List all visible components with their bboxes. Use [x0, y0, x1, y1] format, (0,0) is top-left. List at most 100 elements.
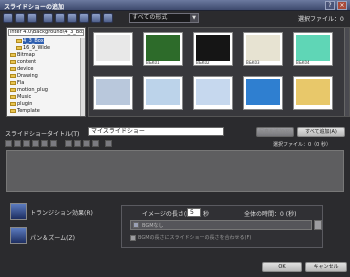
tree-item[interactable]: Music: [10, 94, 31, 100]
format-select[interactable]: すべての形式 ▼: [129, 13, 199, 23]
fit-bgm-option[interactable]: BGMの長さにスライドショーの長さを合わせる(F): [130, 234, 251, 241]
folder-icon: [16, 38, 22, 43]
up-folder-icon[interactable]: [27, 13, 37, 23]
pan-zoom-icon[interactable]: [10, 227, 27, 244]
duration-input[interactable]: 5: [187, 208, 201, 217]
tree-item[interactable]: content: [10, 59, 36, 65]
folder-icon: [10, 94, 16, 99]
thumbnail-item[interactable]: [93, 76, 133, 110]
ok-button[interactable]: OK: [262, 262, 302, 272]
rotate-icon[interactable]: [23, 140, 30, 147]
folder-icon: [16, 45, 22, 50]
settings-icon[interactable]: [92, 140, 99, 147]
add-selected-button[interactable]: 写真を追加(P): [256, 127, 294, 137]
refresh-icon[interactable]: [43, 13, 53, 23]
duration-unit: 秒: [203, 211, 210, 218]
thumbnail-caption: B&K02: [196, 60, 210, 65]
delete-icon[interactable]: [32, 140, 39, 147]
thumbnail-item[interactable]: [193, 76, 233, 110]
bgm-browse-button[interactable]: [314, 220, 322, 230]
tree-item-label: 16_9_Wide: [23, 45, 51, 51]
tree-item-label: device: [17, 66, 34, 72]
transition-icon[interactable]: [65, 140, 72, 147]
play-icon[interactable]: [105, 140, 112, 147]
folder-icon: [10, 87, 16, 92]
add-all-button[interactable]: すべて追加(A): [297, 127, 345, 137]
bgm-field[interactable]: BGMなし: [130, 220, 312, 230]
tree-item[interactable]: device: [10, 66, 33, 72]
thumbnail-image: [246, 79, 280, 105]
folder-icon: [10, 73, 16, 78]
effect-panel: トランジション効果(R) パン＆ズーム(Z): [5, 203, 125, 253]
browser-toolbar: すべての形式 ▼ 選択ファイル：0: [3, 13, 347, 25]
title-bar: スライドショーの追加 ? ×: [0, 0, 350, 11]
thumbnail-image: [296, 79, 330, 105]
tree-item[interactable]: Fla: [10, 80, 24, 86]
thumbnail-image: [246, 35, 280, 61]
forward-icon[interactable]: [15, 13, 25, 23]
thumbnail-image: [296, 35, 330, 61]
back-icon[interactable]: [3, 13, 13, 23]
thumbnail-caption: B&K01: [146, 60, 160, 65]
thumbnail-item[interactable]: B&K03: [243, 32, 283, 66]
tree-item-label: Fla: [17, 80, 25, 86]
thumbnail-item[interactable]: [243, 76, 283, 110]
slideshow-strip[interactable]: [6, 150, 344, 192]
music-icon: [133, 222, 139, 228]
tree-item[interactable]: 4_3_Box: [16, 38, 44, 44]
selected-count: 選択ファイル：0: [298, 16, 344, 23]
slideshow-title-input[interactable]: マイスライドショー: [88, 127, 224, 136]
tree-item-label: Template: [17, 108, 40, 114]
thumbnail-image: [146, 35, 180, 61]
thumbnail-item[interactable]: [293, 76, 333, 110]
tree-item-label: Music: [17, 94, 32, 100]
thumbnail-image: [196, 79, 230, 105]
slideshow-title-label: スライドショータイトル(T): [5, 131, 80, 138]
folder-icon: [10, 108, 16, 113]
total-time-label: 全体の時間：0 (秒): [244, 211, 297, 218]
fit-bgm-checkbox[interactable]: [130, 234, 136, 241]
close-button[interactable]: ×: [337, 1, 347, 10]
folder-icon: [10, 80, 16, 85]
tree-scrollbar[interactable]: [80, 38, 85, 116]
tree-item-label: plugin: [17, 101, 33, 107]
tree-item[interactable]: Bitmap: [10, 52, 35, 58]
tree-item[interactable]: Template: [10, 108, 40, 114]
folder-tree: inter 4.0\Background\4_3_Box 4_3_Box 16_9…: [6, 27, 86, 117]
folder-icon: [10, 52, 16, 57]
move-left-icon[interactable]: [5, 140, 12, 147]
tree-item[interactable]: plugin: [10, 101, 32, 107]
grid-icon[interactable]: [91, 13, 101, 23]
tree-item[interactable]: 16_9_Wide: [16, 45, 50, 51]
thumbnail-icon[interactable]: [103, 13, 113, 23]
thumbnail-item[interactable]: B&K02: [193, 32, 233, 66]
thumbnail-image: [196, 35, 230, 61]
filter-icon[interactable]: [79, 13, 89, 23]
thumbnail-item[interactable]: B&K04: [293, 32, 333, 66]
pan-icon[interactable]: [74, 140, 81, 147]
folder-icon: [10, 59, 16, 64]
tree-item[interactable]: motion_plug: [10, 87, 48, 93]
help-button[interactable]: ?: [325, 1, 335, 10]
tree-item-label: motion_plug: [17, 87, 48, 93]
folder-path[interactable]: inter 4.0\Background\4_3_Box: [8, 29, 84, 36]
thumbnail-caption: B&K03: [246, 60, 260, 65]
edit-icon[interactable]: [41, 140, 48, 147]
thumbnail-item[interactable]: B&K01: [143, 32, 183, 66]
tree-item-label: Bitmap: [17, 52, 35, 58]
view-icon[interactable]: [55, 13, 65, 23]
copy-icon[interactable]: [50, 140, 57, 147]
thumbnail-item[interactable]: [93, 32, 133, 66]
tree-item[interactable]: Drawing: [10, 73, 38, 79]
thumbnail-scrollbar[interactable]: [344, 28, 349, 116]
move-right-icon[interactable]: [14, 140, 21, 147]
thumbnail-item[interactable]: [143, 76, 183, 110]
sort-icon[interactable]: [67, 13, 77, 23]
window-title: スライドショーの追加: [4, 4, 65, 11]
transition-effect-label[interactable]: トランジション効果(R): [30, 208, 93, 217]
cancel-button[interactable]: キャンセル: [305, 262, 347, 272]
zoom-icon[interactable]: [83, 140, 90, 147]
tree-item-label: Drawing: [17, 73, 38, 79]
pan-zoom-label[interactable]: パン＆ズーム(Z): [30, 233, 75, 242]
transition-effect-icon[interactable]: [10, 203, 27, 220]
